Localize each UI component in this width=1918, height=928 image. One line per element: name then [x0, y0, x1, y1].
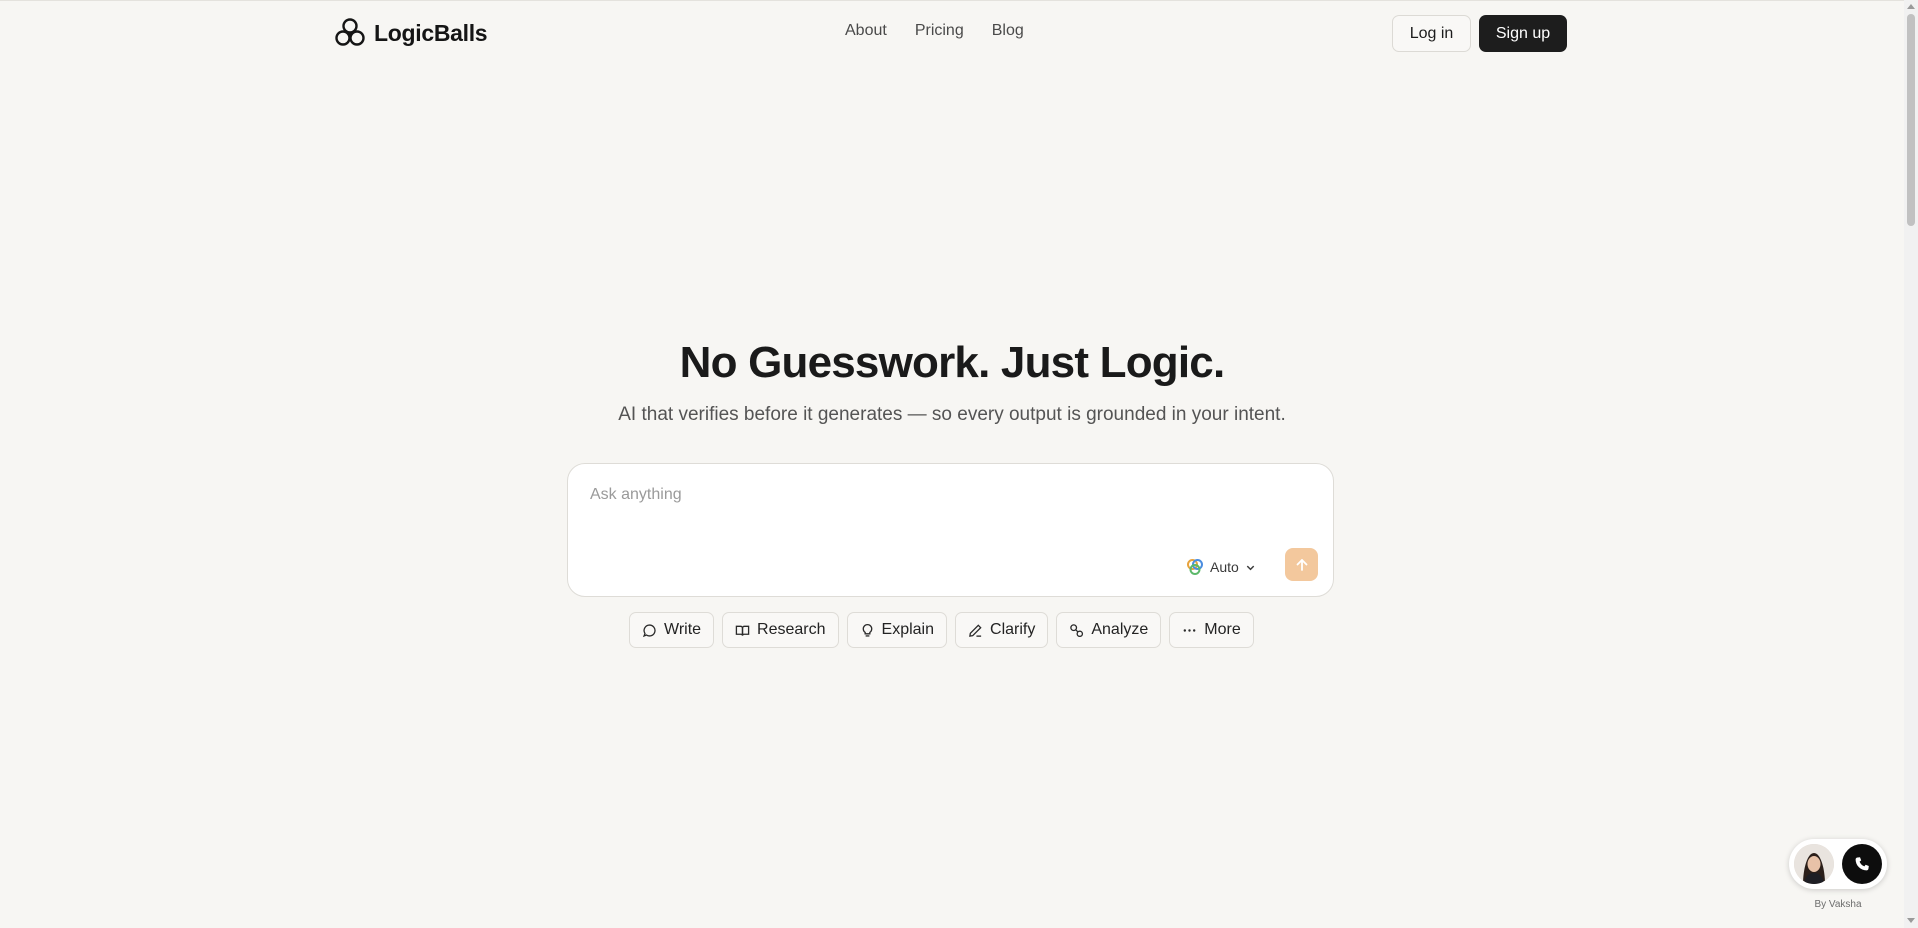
lightbulb-icon [862, 623, 872, 637]
chevron-down-icon [1246, 565, 1255, 570]
prompt-box: Auto [567, 463, 1334, 597]
arrow-up-icon [1296, 558, 1307, 571]
signup-button[interactable]: Sign up [1479, 15, 1567, 52]
chat-bubble-icon [642, 623, 656, 637]
chip-label: Research [757, 621, 826, 638]
scrollbar-thumb[interactable] [1907, 14, 1915, 226]
scroll-up-arrow-icon[interactable] [1907, 4, 1915, 9]
logicballs-logo-icon [335, 18, 365, 46]
logo-text: LogicBalls [374, 19, 488, 46]
shapes-icon [1070, 623, 1084, 637]
main-nav: About Pricing Blog [845, 22, 1024, 40]
quick-action-chips: Write Research Explain Clarify Analyze M… [629, 612, 1254, 648]
multicolor-model-icon [1187, 559, 1203, 575]
hero-title: No Guesswork. Just Logic. [679, 338, 1226, 387]
assistant-avatar[interactable] [1794, 844, 1834, 884]
prompt-input[interactable] [590, 486, 1290, 526]
hero-subtitle: AI that verifies before it generates — s… [618, 404, 1286, 425]
chip-research[interactable]: Research [722, 612, 839, 648]
chip-more[interactable]: More [1169, 612, 1254, 648]
nav-about[interactable]: About [845, 22, 887, 40]
pencil-icon [969, 623, 982, 637]
page-scrollbar[interactable] [1904, 0, 1918, 928]
nav-pricing[interactable]: Pricing [915, 22, 964, 40]
scroll-down-arrow-icon[interactable] [1907, 918, 1915, 923]
send-button[interactable] [1285, 548, 1318, 581]
chip-label: Analyze [1091, 621, 1149, 638]
chip-explain[interactable]: Explain [846, 612, 948, 648]
nav-blog[interactable]: Blog [992, 22, 1024, 40]
voice-widget-credit: By Vaksha [1814, 899, 1862, 910]
phone-icon [1855, 857, 1869, 871]
chip-analyze[interactable]: Analyze [1056, 612, 1162, 648]
chip-label: Explain [881, 621, 935, 638]
logo[interactable]: LogicBalls [334, 16, 488, 50]
book-open-icon [735, 625, 750, 636]
chip-label: Write [664, 621, 702, 638]
person-avatar-icon [1794, 844, 1834, 884]
ellipsis-icon [1183, 628, 1196, 632]
chip-label: Clarify [990, 621, 1036, 638]
chip-label: More [1204, 621, 1241, 638]
model-selector[interactable]: Auto [1186, 554, 1256, 580]
chip-write[interactable]: Write [629, 612, 715, 648]
model-selector-label: Auto [1210, 559, 1239, 575]
site-header: LogicBalls About Pricing Blog Log in Sig… [0, 0, 1904, 66]
chip-clarify[interactable]: Clarify [955, 612, 1049, 648]
voice-widget [1789, 839, 1887, 889]
call-button[interactable] [1842, 844, 1882, 884]
login-button[interactable]: Log in [1392, 15, 1471, 52]
